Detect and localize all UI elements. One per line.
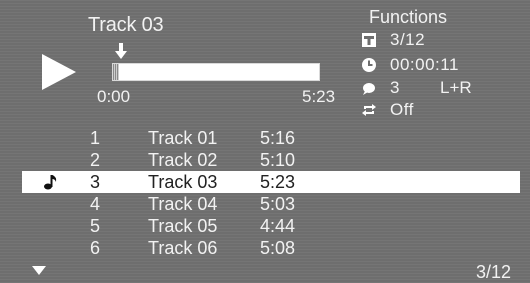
track-length: 5:08: [260, 238, 296, 258]
function-audio[interactable]: 3: [362, 78, 400, 98]
progress-bar[interactable]: [112, 63, 320, 81]
track-number: 4: [90, 194, 101, 214]
time-start: 0:00: [97, 87, 131, 106]
track-row[interactable]: 5 Track 05 4:44: [0, 215, 530, 237]
track-name: Track 02: [148, 150, 218, 170]
track-row[interactable]: 6 Track 06 5:08: [0, 237, 530, 259]
track-name: Track 04: [148, 194, 218, 214]
down-arrow-icon: [115, 43, 127, 59]
track-number: 2: [90, 150, 101, 170]
track-length: 5:16: [260, 128, 296, 148]
play-icon: [42, 54, 76, 90]
track-length: 5:03: [260, 194, 296, 214]
function-title-number[interactable]: 3/12: [362, 30, 425, 50]
functions-title: Functions: [369, 7, 448, 27]
time-end: 5:23: [302, 87, 336, 106]
title-icon: [362, 33, 376, 47]
track-number: 6: [90, 238, 101, 258]
function-elapsed-time[interactable]: 00:00:11: [362, 55, 459, 75]
clock-icon: [362, 58, 376, 72]
track-row[interactable]: 1 Track 01 5:16: [0, 127, 530, 149]
music-note-icon: [44, 175, 57, 190]
track-row-selected[interactable]: 3 Track 03 5:23: [22, 171, 520, 193]
scroll-down-icon[interactable]: [32, 266, 46, 276]
current-track-title: Track 03: [88, 14, 164, 36]
page-indicator: 3/12: [476, 262, 512, 282]
repeat-icon: [362, 104, 376, 116]
progress-fill: [113, 64, 120, 80]
track-name: Track 06: [148, 238, 218, 258]
track-name: Track 03: [148, 172, 218, 192]
audio-channel-value: L+R: [440, 78, 472, 97]
title-number-value: 3/12: [390, 30, 426, 49]
track-number: 5: [90, 216, 101, 236]
track-length: 5:10: [260, 150, 296, 170]
audio-track-value: 3: [390, 78, 400, 97]
track-name: Track 05: [148, 216, 218, 236]
track-row[interactable]: 2 Track 02 5:10: [0, 149, 530, 171]
track-number: 3: [90, 172, 101, 192]
audio-icon: [363, 83, 375, 95]
player-screen: Track 03 0:00 5:23 Functions 3/12 00:00:…: [0, 0, 530, 283]
track-length: 5:23: [260, 172, 296, 192]
repeat-value: Off: [390, 100, 414, 119]
elapsed-time-value: 00:00:11: [390, 55, 459, 74]
track-length: 4:44: [260, 216, 296, 236]
track-name: Track 01: [148, 128, 218, 148]
track-row[interactable]: 4 Track 04 5:03: [0, 193, 530, 215]
track-number: 1: [90, 128, 101, 148]
function-repeat[interactable]: Off: [362, 100, 414, 120]
